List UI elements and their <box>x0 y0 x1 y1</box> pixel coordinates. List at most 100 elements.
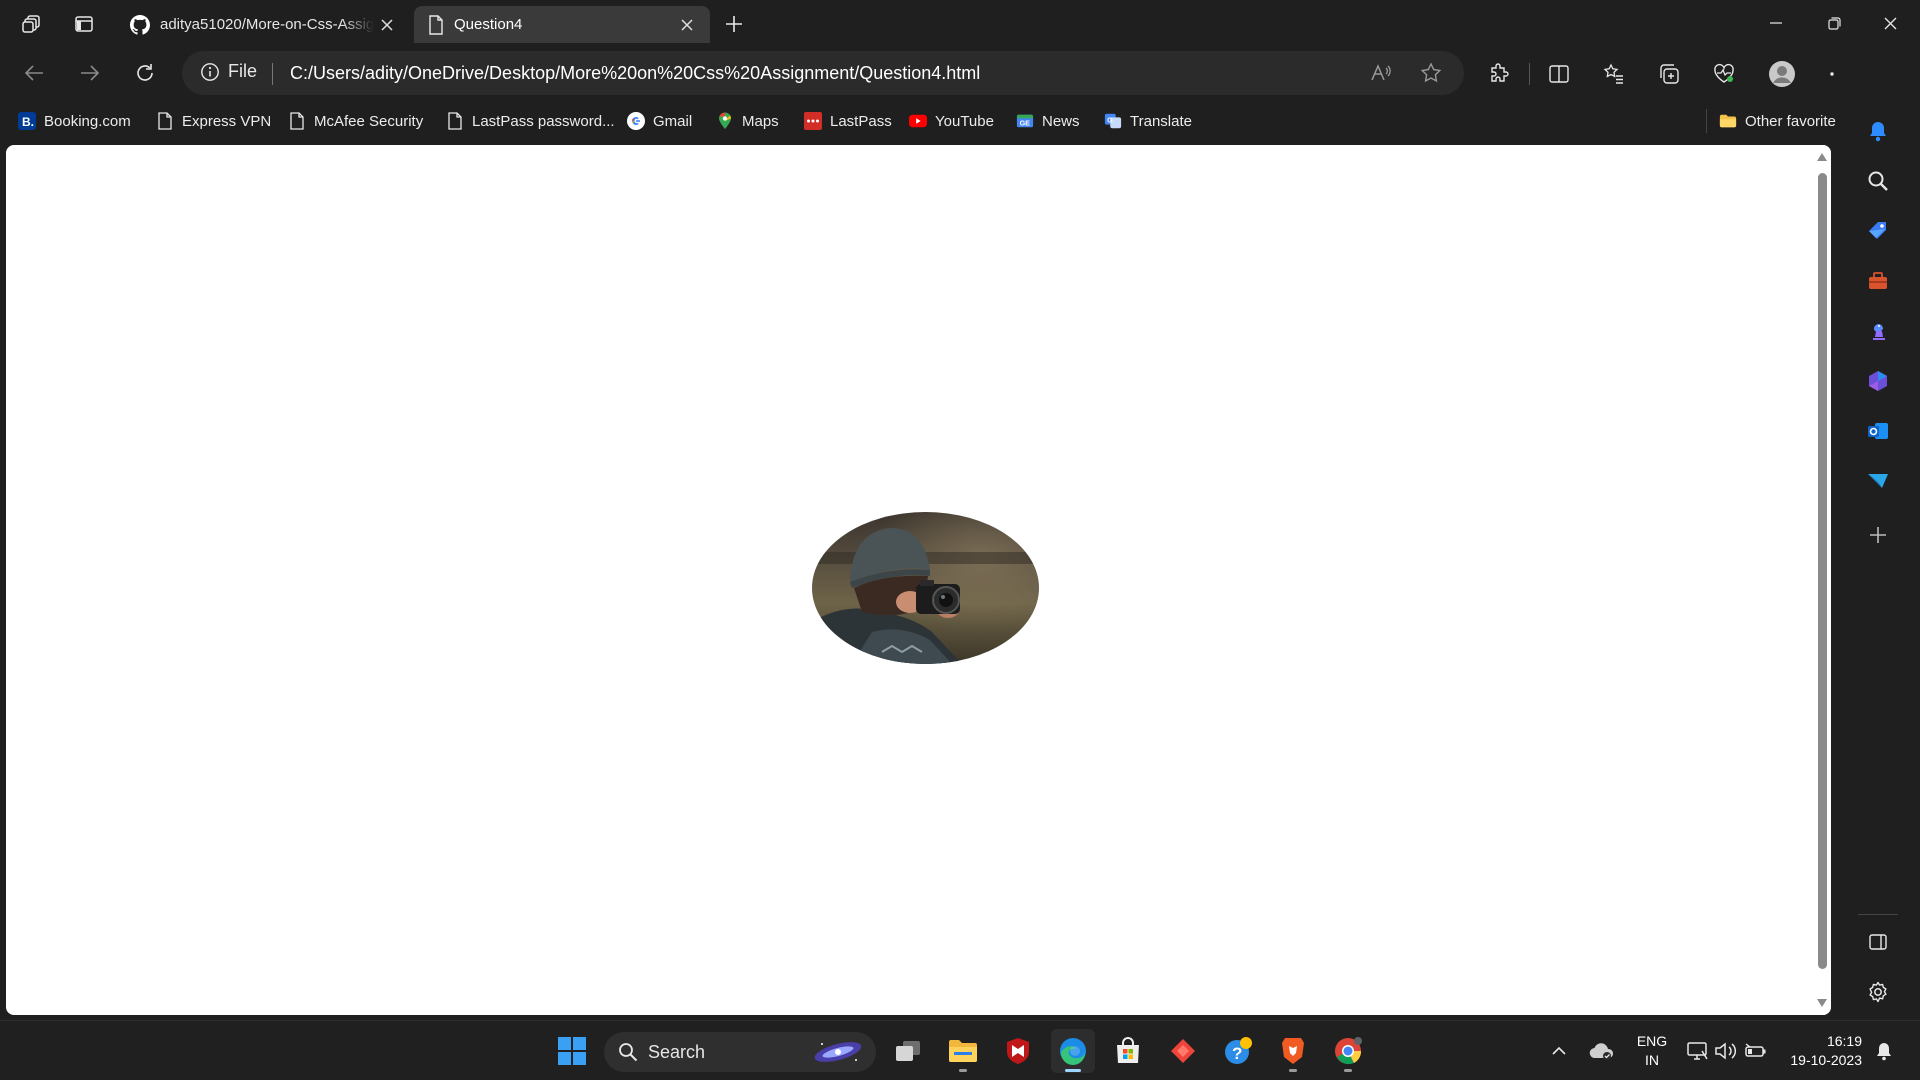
mcafee-icon[interactable] <box>996 1029 1040 1073</box>
split-screen-icon[interactable] <box>1542 57 1576 91</box>
favorites-list-icon[interactable] <box>1597 57 1631 91</box>
games-chess-icon[interactable] <box>1858 311 1898 351</box>
file-explorer-icon[interactable] <box>941 1029 985 1073</box>
task-view-icon[interactable] <box>886 1029 930 1073</box>
favorite-label: Maps <box>742 112 779 130</box>
url-text[interactable]: C:/Users/adity/OneDrive/Desktop/More%20o… <box>290 63 980 84</box>
favorite-label: Gmail <box>653 112 693 130</box>
anydesk-icon[interactable] <box>1161 1029 1205 1073</box>
favorites-bar: B. Booking.com Express VPN McAfee Securi… <box>0 97 1920 145</box>
translate-icon: G <box>1104 112 1122 130</box>
favorite-booking[interactable]: B. Booking.com <box>18 109 131 133</box>
active-indicator <box>1065 1069 1081 1072</box>
lastpass-icon <box>804 112 822 130</box>
sidebar-settings-gear-icon[interactable] <box>1858 972 1898 1012</box>
vertical-scrollbar[interactable] <box>1813 145 1831 1015</box>
minimize-icon[interactable] <box>1748 0 1804 46</box>
scroll-up-icon[interactable] <box>1817 153 1827 161</box>
favorite-label: Translate <box>1130 112 1192 130</box>
hide-sidebar-icon[interactable] <box>1858 922 1898 962</box>
language-code: ENG <box>1636 1033 1668 1049</box>
extensions-icon[interactable] <box>1482 57 1516 91</box>
shopping-tag-icon[interactable] <box>1858 211 1898 251</box>
page-icon <box>446 112 464 130</box>
get-help-icon[interactable]: ? <box>1216 1029 1260 1073</box>
input-language[interactable]: ENG IN <box>1632 1032 1672 1070</box>
show-hidden-icons-chevron-icon[interactable] <box>1541 1029 1577 1073</box>
favorite-news[interactable]: GE News <box>1016 109 1080 133</box>
tab-question4[interactable]: Question4 <box>414 6 710 43</box>
photographer-image <box>812 512 1039 664</box>
forward-icon[interactable] <box>72 55 108 91</box>
new-tab-plus-icon[interactable] <box>716 6 752 42</box>
tab-github[interactable]: aditya51020/More-on-Css-Assignment <box>116 6 410 43</box>
read-aloud-icon[interactable] <box>1364 56 1398 90</box>
favorite-star-icon[interactable] <box>1414 56 1448 90</box>
favorite-mcafee[interactable]: McAfee Security <box>288 109 423 133</box>
sidebar-divider <box>1858 914 1898 915</box>
page-icon <box>428 14 444 35</box>
brave-browser-icon[interactable] <box>1271 1029 1315 1073</box>
microsoft-store-icon[interactable] <box>1106 1029 1150 1073</box>
outlook-icon[interactable] <box>1858 411 1898 451</box>
tab-close-icon[interactable] <box>674 12 700 38</box>
favorite-label: Express VPN <box>182 112 272 130</box>
scroll-down-icon[interactable] <box>1817 999 1827 1007</box>
search-icon <box>618 1042 638 1062</box>
tab-actions-icon[interactable] <box>66 6 102 42</box>
browser-essentials-icon[interactable] <box>1707 57 1741 91</box>
chrome-icon[interactable] <box>1326 1029 1370 1073</box>
battery-icon[interactable] <box>1738 1029 1774 1073</box>
address-divider <box>272 63 273 85</box>
tab-close-icon[interactable] <box>374 12 400 38</box>
favorite-label: News <box>1042 112 1080 130</box>
microsoft-365-icon[interactable] <box>1858 361 1898 401</box>
close-window-icon[interactable] <box>1862 0 1918 46</box>
favorite-lastpass-password[interactable]: LastPass password... <box>446 109 615 133</box>
svg-text:G: G <box>1107 115 1113 124</box>
github-icon <box>130 14 150 35</box>
windows-taskbar: Search ? ENG IN 16:19 19-10-2023 <box>0 1020 1920 1080</box>
favorite-maps[interactable]: Maps <box>716 109 779 133</box>
tab-title: aditya51020/More-on-Css-Assignment <box>160 16 374 33</box>
notifications-bell-icon[interactable] <box>1858 111 1898 151</box>
clock[interactable]: 16:19 19-10-2023 <box>1782 1032 1862 1070</box>
workspaces-icon[interactable] <box>14 6 50 42</box>
svg-text:B.: B. <box>22 115 34 129</box>
refresh-icon[interactable] <box>127 55 163 91</box>
edge-sidebar <box>1836 49 1920 1015</box>
svg-text:GE: GE <box>1020 119 1031 128</box>
back-icon[interactable] <box>16 55 52 91</box>
favorite-youtube[interactable]: YouTube <box>909 109 994 133</box>
profile-avatar[interactable] <box>1765 57 1799 91</box>
scrollbar-thumb[interactable] <box>1818 173 1827 969</box>
taskbar-search-box[interactable]: Search <box>604 1032 876 1072</box>
add-sidebar-app-icon[interactable] <box>1858 515 1898 555</box>
favorite-express-vpn[interactable]: Express VPN <box>156 109 271 133</box>
address-bar[interactable]: File C:/Users/adity/OneDrive/Desktop/Mor… <box>182 51 1464 95</box>
search-icon[interactable] <box>1858 161 1898 201</box>
edge-browser-icon[interactable] <box>1051 1029 1095 1073</box>
collections-icon[interactable] <box>1652 57 1686 91</box>
tools-briefcase-icon[interactable] <box>1858 261 1898 301</box>
favorite-label: Booking.com <box>44 112 131 130</box>
running-indicator <box>1289 1069 1297 1072</box>
drop-send-icon[interactable] <box>1858 461 1898 501</box>
favorite-label: LastPass password... <box>472 112 615 130</box>
site-info-button[interactable]: File <box>200 61 257 82</box>
clock-time: 16:19 <box>1826 1033 1862 1049</box>
favorite-translate[interactable]: G Translate <box>1104 109 1192 133</box>
windows-start-icon[interactable] <box>550 1029 594 1073</box>
maps-icon <box>716 112 734 130</box>
favorite-label: Other favorites <box>1745 112 1844 130</box>
favorite-lastpass[interactable]: LastPass <box>804 109 892 133</box>
tab-strip: aditya51020/More-on-Css-Assignment Quest… <box>0 0 1920 49</box>
restore-icon[interactable] <box>1806 0 1862 46</box>
other-favorites[interactable]: Other favorites <box>1719 109 1843 133</box>
toolbar-divider <box>1529 63 1530 85</box>
notification-center-bell-icon[interactable] <box>1864 1029 1904 1073</box>
navigation-toolbar: File C:/Users/adity/OneDrive/Desktop/Mor… <box>0 49 1920 97</box>
booking-icon: B. <box>18 112 36 130</box>
onedrive-cloud-icon[interactable] <box>1582 1029 1620 1073</box>
favorite-gmail[interactable]: Gmail <box>627 109 692 133</box>
